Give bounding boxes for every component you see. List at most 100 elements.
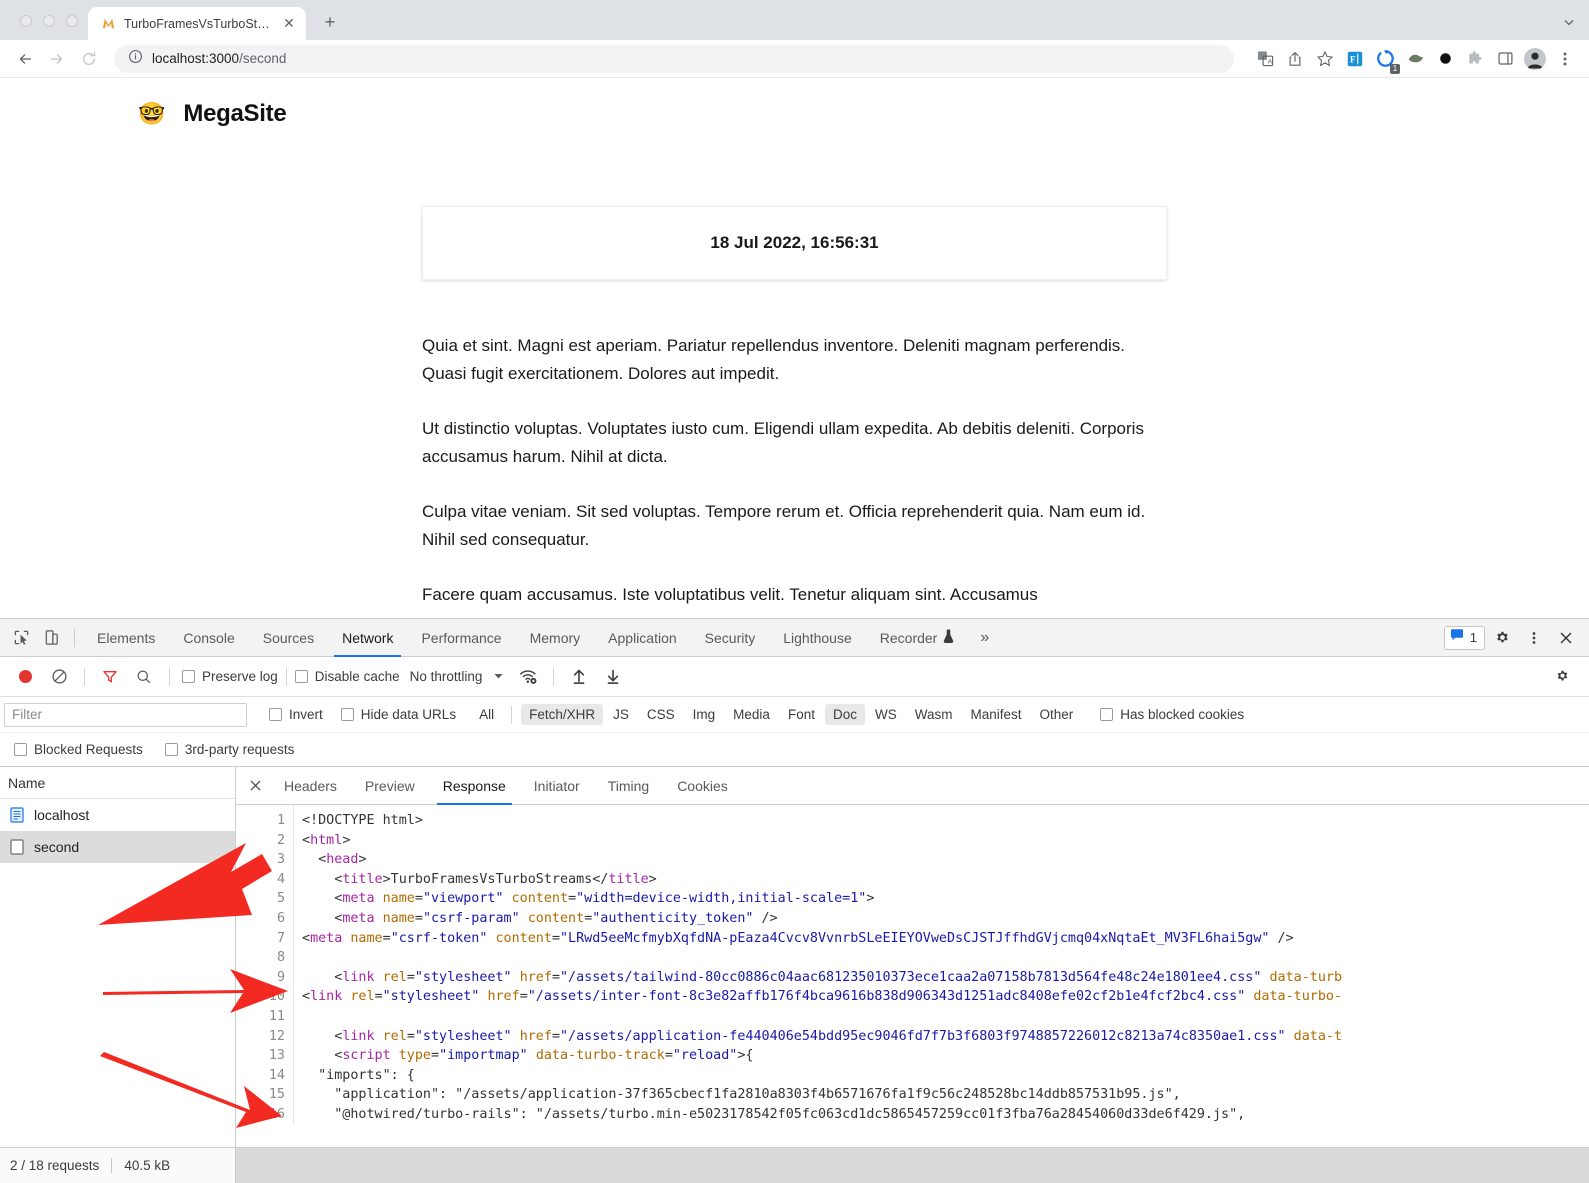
third-party-requests-checkbox[interactable]: 3rd-party requests xyxy=(165,742,295,757)
tab-memory[interactable]: Memory xyxy=(516,619,595,657)
tab-performance[interactable]: Performance xyxy=(407,619,515,657)
request-row-second[interactable]: second xyxy=(0,831,235,863)
search-icon[interactable] xyxy=(127,662,161,692)
console-messages-button[interactable]: 1 xyxy=(1444,626,1485,650)
url-input[interactable]: localhost:3000/second xyxy=(114,45,1234,73)
extension-f-icon[interactable]: F xyxy=(1341,45,1369,73)
throttling-select[interactable]: No throttling xyxy=(410,669,483,684)
window-controls[interactable] xyxy=(0,15,78,40)
clear-button[interactable] xyxy=(42,662,76,692)
detail-tab-timing[interactable]: Timing xyxy=(594,767,664,805)
third-party-requests-label: 3rd-party requests xyxy=(185,742,295,757)
record-button[interactable] xyxy=(8,662,42,692)
detail-tab-preview[interactable]: Preview xyxy=(351,767,429,805)
filter-type-media[interactable]: Media xyxy=(725,704,778,725)
hide-data-urls-checkbox[interactable]: Hide data URLs xyxy=(341,707,456,722)
filter-type-ws[interactable]: WS xyxy=(867,704,905,725)
detail-tab-response[interactable]: Response xyxy=(429,767,520,805)
import-har-icon[interactable] xyxy=(562,662,596,692)
network-settings-gear-icon[interactable] xyxy=(1545,662,1579,692)
filter-type-font[interactable]: Font xyxy=(780,704,823,725)
more-tabs-icon[interactable]: » xyxy=(968,629,1001,647)
side-panel-icon[interactable] xyxy=(1491,45,1519,73)
tab-elements[interactable]: Elements xyxy=(83,619,169,657)
code-token: < xyxy=(302,1029,342,1044)
chevron-down-icon[interactable] xyxy=(494,672,503,682)
disable-cache-checkbox[interactable]: Disable cache xyxy=(295,669,400,684)
inspect-element-icon[interactable] xyxy=(6,624,36,652)
has-blocked-cookies-checkbox[interactable]: Has blocked cookies xyxy=(1100,707,1244,722)
site-info-icon[interactable] xyxy=(128,49,143,69)
tab-security[interactable]: Security xyxy=(691,619,770,657)
export-har-icon[interactable] xyxy=(596,662,630,692)
forward-button[interactable] xyxy=(42,44,72,74)
code-token: content xyxy=(528,911,584,926)
code-line: <meta name="csrf-param" content="authent… xyxy=(302,909,1589,929)
new-tab-button[interactable]: + xyxy=(316,8,344,36)
response-source-viewer[interactable]: 12345678910111213141516 <!DOCTYPE html><… xyxy=(236,805,1589,1147)
code-token: "csrf-token" xyxy=(391,931,488,946)
extension-dot-icon[interactable] xyxy=(1431,45,1459,73)
filter-type-all[interactable]: All xyxy=(471,704,502,725)
filter-type-fetch-xhr[interactable]: Fetch/XHR xyxy=(521,704,603,725)
translate-icon[interactable]: A xyxy=(1251,45,1279,73)
close-window-button[interactable] xyxy=(20,15,32,27)
request-row-localhost[interactable]: localhost xyxy=(0,799,235,831)
filter-type-doc[interactable]: Doc xyxy=(825,704,865,725)
tab-lighthouse[interactable]: Lighthouse xyxy=(769,619,866,657)
code-line: <title>TurboFramesVsTurboStreams</title> xyxy=(302,870,1589,890)
minimize-window-button[interactable] xyxy=(43,15,55,27)
devtools-kebab-menu-icon[interactable] xyxy=(1519,624,1549,652)
detail-tab-headers[interactable]: Headers xyxy=(270,767,351,805)
request-list: Name localhost xyxy=(0,767,236,1147)
filter-type-css[interactable]: CSS xyxy=(639,704,683,725)
extension-bird-icon[interactable] xyxy=(1401,45,1429,73)
line-number: 16 xyxy=(236,1105,285,1125)
filter-type-js[interactable]: JS xyxy=(605,704,637,725)
reload-button[interactable] xyxy=(74,44,104,74)
blocked-requests-checkbox[interactable]: Blocked Requests xyxy=(14,742,143,757)
puzzle-icon[interactable] xyxy=(1461,45,1489,73)
filter-type-wasm[interactable]: Wasm xyxy=(907,704,961,725)
filter-type-manifest[interactable]: Manifest xyxy=(962,704,1029,725)
tab-recorder[interactable]: Recorder xyxy=(866,619,969,657)
svg-text:A: A xyxy=(1267,59,1272,66)
preserve-log-checkbox[interactable]: Preserve log xyxy=(182,669,278,684)
checkbox-box xyxy=(182,670,195,683)
tab-sources[interactable]: Sources xyxy=(249,619,328,657)
tab-close-icon[interactable]: ✕ xyxy=(280,15,298,33)
filter-type-img[interactable]: Img xyxy=(685,704,724,725)
line-number: 12 xyxy=(236,1027,285,1047)
kebab-menu-icon[interactable] xyxy=(1551,45,1579,73)
extension-loading-icon[interactable]: 1 xyxy=(1371,45,1399,73)
gear-icon[interactable] xyxy=(1487,624,1517,652)
filter-input[interactable] xyxy=(4,703,247,727)
tabstrip-chevron-icon[interactable] xyxy=(1563,16,1575,31)
back-button[interactable] xyxy=(10,44,40,74)
close-detail-icon[interactable] xyxy=(240,771,270,801)
tab-console[interactable]: Console xyxy=(169,619,248,657)
tab-network[interactable]: Network xyxy=(328,619,407,657)
maximize-window-button[interactable] xyxy=(66,15,78,27)
browser-tab[interactable]: TurboFramesVsTurboStreams ✕ xyxy=(88,7,306,40)
network-conditions-icon[interactable] xyxy=(511,662,545,692)
filter-funnel-icon[interactable] xyxy=(93,662,127,692)
code-token: "imports": { xyxy=(302,1068,415,1083)
device-toolbar-icon[interactable] xyxy=(36,624,66,652)
detail-tab-initiator[interactable]: Initiator xyxy=(520,767,594,805)
tab-application[interactable]: Application xyxy=(594,619,691,657)
code-token: data-t xyxy=(1294,1029,1342,1044)
code-token: title xyxy=(608,872,648,887)
close-devtools-icon[interactable] xyxy=(1551,624,1581,652)
invert-checkbox[interactable]: Invert xyxy=(269,707,323,722)
code-token: "authenticity_token" xyxy=(592,911,753,926)
code-token: "csrf-param" xyxy=(423,911,520,926)
profile-avatar[interactable] xyxy=(1521,45,1549,73)
site-header: 🤓 MegaSite xyxy=(0,78,1589,128)
detail-tab-cookies[interactable]: Cookies xyxy=(663,767,742,805)
filter-type-other[interactable]: Other xyxy=(1032,704,1082,725)
code-token: = xyxy=(375,989,383,1004)
share-icon[interactable] xyxy=(1281,45,1309,73)
request-name: second xyxy=(34,839,79,855)
bookmark-star-icon[interactable] xyxy=(1311,45,1339,73)
